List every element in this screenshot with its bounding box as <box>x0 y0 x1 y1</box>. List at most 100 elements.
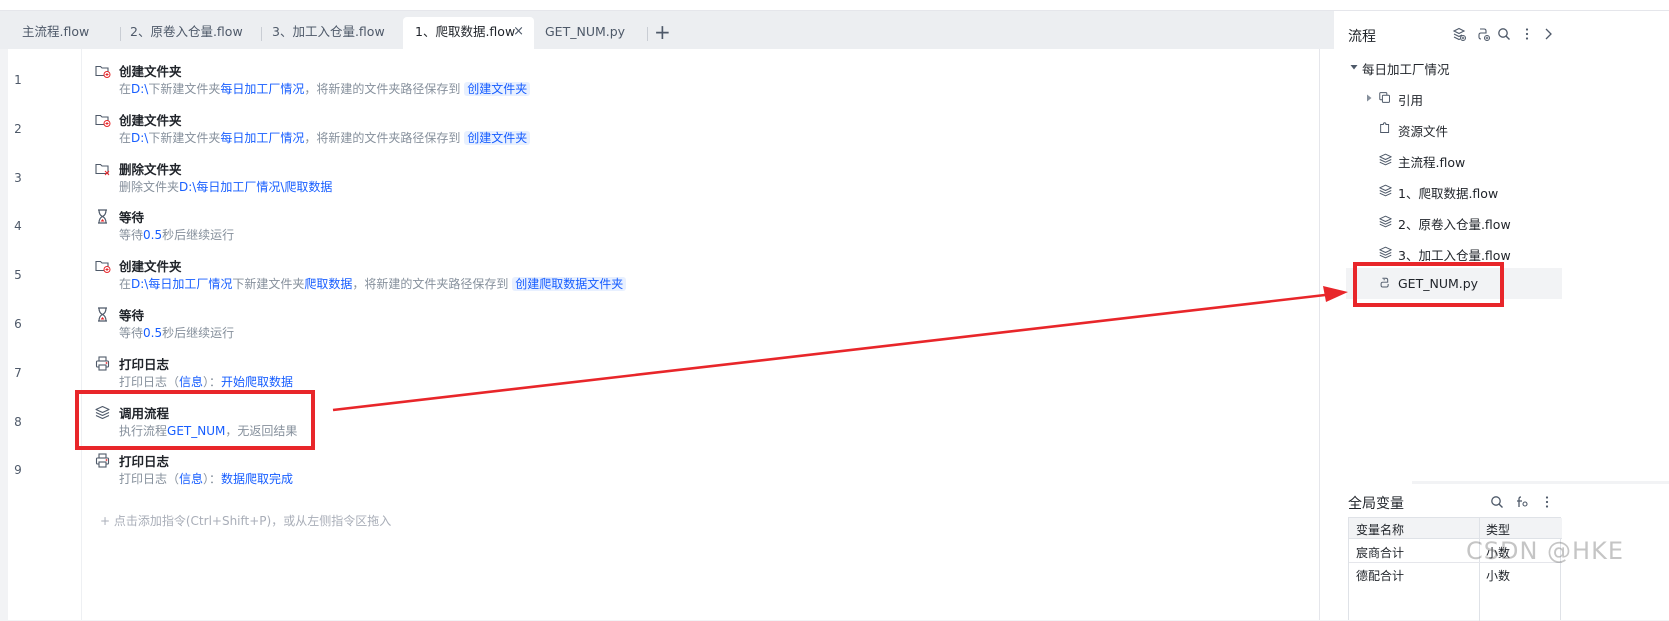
description-text: 秒后继续运行 <box>162 228 235 243</box>
create-folder-icon <box>95 114 111 127</box>
window-top-strip <box>0 0 1669 11</box>
step-title[interactable]: 创建文件夹 <box>119 110 182 129</box>
tab-label: 主流程.flow <box>22 24 90 39</box>
global-variables-table: 变量名称 类型 宸商合计 小数 德配合计 小数 <box>1348 517 1562 621</box>
tree-item[interactable]: 2、原卷入仓量.flow <box>1398 214 1511 233</box>
variable-type[interactable]: 小数 <box>1486 567 1510 584</box>
description-text: ）： <box>203 374 222 389</box>
create-folder-icon <box>95 261 111 274</box>
step-title[interactable]: 创建文件夹 <box>119 256 182 275</box>
description-text: 删除文件夹 <box>119 179 180 194</box>
reference-icon <box>1379 92 1390 103</box>
description-text: 打印日志（ <box>119 472 180 487</box>
parameter-value: 0.5 <box>143 228 163 243</box>
variable-name[interactable]: 宸商合计 <box>1356 544 1404 561</box>
add-python-icon[interactable] <box>1476 27 1490 41</box>
add-flow-icon[interactable] <box>1452 27 1466 41</box>
parameter-value: 爬取数据 <box>304 277 353 292</box>
column-header-type: 类型 <box>1486 523 1511 537</box>
description-text: ，将新建的文件夹路径保存到 <box>352 277 513 292</box>
step-description[interactable]: 等待0.5秒后继续运行 <box>119 226 234 243</box>
close-icon[interactable]: × <box>513 17 524 47</box>
parameter-value: 0.5 <box>143 326 163 340</box>
description-text: 在 <box>119 130 132 145</box>
parameter-value: 数据爬取完成 <box>221 472 294 487</box>
description-text: 下新建文件夹 <box>148 82 221 96</box>
step-title[interactable]: 删除文件夹 <box>119 159 182 178</box>
description-text: 在 <box>119 277 132 292</box>
parameter-value: 信息 <box>179 374 204 389</box>
variable-chip[interactable]: 创建爬取数据文件夹 <box>512 277 627 292</box>
line-number: 5 <box>14 268 22 283</box>
step-title[interactable]: 等待 <box>119 305 144 324</box>
tab-label: 3、加工入仓量.flow <box>272 24 385 39</box>
step-description[interactable]: 打印日志（信息）：数据爬取完成 <box>119 470 293 487</box>
step-description[interactable]: 打印日志（信息）：开始爬取数据 <box>119 373 293 390</box>
description-text: ，将新建的文件夹路径保存到 <box>304 130 465 145</box>
step-description[interactable]: 在D:\下新建文件夹每日加工厂情况，将新建的文件夹路径保存到 创建文件夹 <box>119 129 531 146</box>
tab-processed-inbound-flow[interactable]: 3、加工入仓量.flow <box>260 17 400 49</box>
step-description[interactable]: 在D:\下新建文件夹每日加工厂情况，将新建的文件夹路径保存到 创建文件夹 <box>119 80 531 97</box>
description-text: 下新建文件夹 <box>148 130 221 145</box>
step-description[interactable]: 等待0.5秒后继续运行 <box>119 324 234 341</box>
step-description[interactable]: 在D:\每日加工厂情况下新建文件夹爬取数据，将新建的文件夹路径保存到 创建爬取数… <box>119 275 627 292</box>
tab-crawl-data-flow[interactable]: 1、爬取数据.flow × <box>403 17 534 49</box>
create-folder-icon <box>95 65 111 78</box>
variable-chip[interactable]: 创建文件夹 <box>464 130 531 145</box>
tree-item[interactable]: 1、爬取数据.flow <box>1398 183 1498 202</box>
layers-icon <box>1379 246 1392 259</box>
line-number: 3 <box>14 170 22 185</box>
tree-item[interactable]: 引用 <box>1398 90 1423 109</box>
layers-icon <box>1379 153 1392 166</box>
tab-divider <box>647 27 648 41</box>
line-number: 4 <box>14 219 22 234</box>
line-number: 6 <box>14 317 22 331</box>
layers-icon <box>1379 215 1392 228</box>
tree-root-folder[interactable]: 每日加工厂情况 <box>1362 59 1450 78</box>
more-icon[interactable] <box>1540 495 1554 509</box>
highlight-get-num-file <box>1353 262 1504 307</box>
search-icon[interactable] <box>1497 27 1511 41</box>
add-instruction-hint[interactable]: + 点击添加指令(Ctrl+Shift+P)，或从左侧指令区拖入 <box>100 512 391 529</box>
parameter-value: D:\每日加工厂情况\爬取数据 <box>179 179 333 194</box>
highlight-call-flow-step <box>75 390 315 450</box>
line-number: 1 <box>14 73 22 87</box>
variable-name[interactable]: 德配合计 <box>1356 567 1404 584</box>
parameter-value: 信息 <box>179 472 204 487</box>
tab-main-flow[interactable]: 主流程.flow <box>10 17 120 49</box>
description-text: ，将新建的文件夹路径保存到 <box>304 82 465 96</box>
description-text: 等待 <box>119 228 144 243</box>
tree-item[interactable]: 资源文件 <box>1398 121 1448 140</box>
global-variables-title: 全局变量 <box>1348 496 1404 512</box>
watermark: CSDN @HKE <box>1466 537 1625 565</box>
tab-get-num-py[interactable]: GET_NUM.py <box>533 17 643 49</box>
description-text: 下新建文件夹 <box>232 277 305 292</box>
add-tab-icon[interactable]: + <box>654 21 671 43</box>
step-title[interactable]: 创建文件夹 <box>119 61 182 80</box>
description-text: 等待 <box>119 326 144 340</box>
step-title[interactable]: 打印日志 <box>119 354 169 373</box>
tab-raw-inbound-flow[interactable]: 2、原卷入仓量.flow <box>118 17 258 49</box>
variable-chip[interactable]: 创建文件夹 <box>464 82 531 96</box>
tab-label: GET_NUM.py <box>545 24 626 39</box>
tree-item[interactable]: 主流程.flow <box>1398 152 1465 171</box>
collapse-panel-icon[interactable] <box>1541 27 1555 41</box>
line-number: 2 <box>14 121 22 136</box>
more-icon[interactable] <box>1520 27 1534 41</box>
parameter-value: D:\ <box>131 130 149 145</box>
step-description[interactable]: 删除文件夹D:\每日加工厂情况\爬取数据 <box>119 178 332 195</box>
column-divider <box>1479 518 1480 621</box>
resource-file-icon <box>1380 122 1390 133</box>
layers-icon <box>1379 184 1392 197</box>
step-title[interactable]: 打印日志 <box>119 451 169 470</box>
function-icon[interactable] <box>1514 495 1528 509</box>
parameter-value: 每日加工厂情况 <box>220 82 305 96</box>
caret-down-icon[interactable] <box>1347 60 1361 74</box>
step-title[interactable]: 等待 <box>119 207 144 226</box>
search-icon[interactable] <box>1490 495 1504 509</box>
parameter-value: 开始爬取数据 <box>221 374 294 389</box>
caret-right-icon[interactable] <box>1362 91 1376 105</box>
description-text: 打印日志（ <box>119 374 180 389</box>
tab-label: 1、爬取数据.flow <box>415 24 516 39</box>
hourglass-icon <box>98 307 107 322</box>
